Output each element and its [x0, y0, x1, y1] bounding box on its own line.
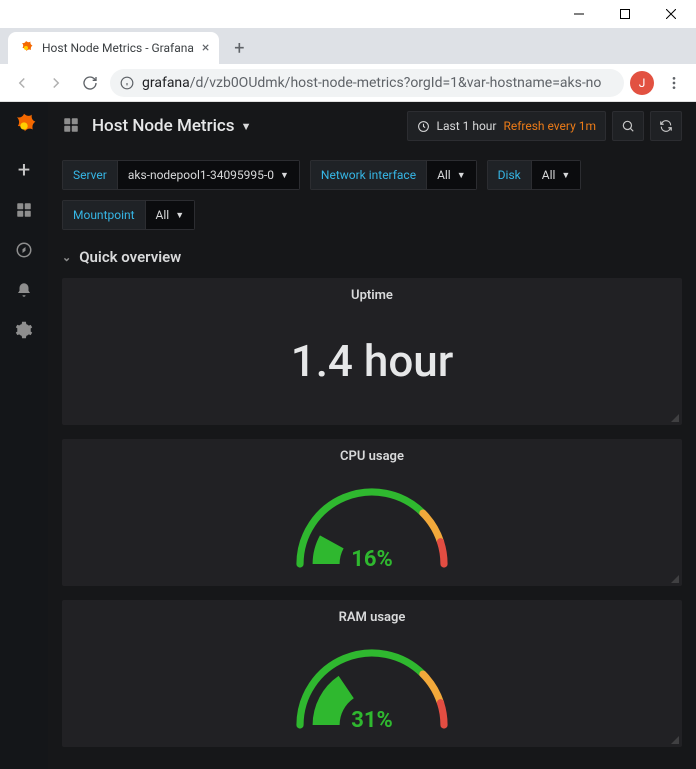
browser-tab-active[interactable]: Host Node Metrics - Grafana ×: [8, 32, 219, 64]
var-mount-label: Mountpoint: [62, 200, 146, 230]
var-network-interface[interactable]: Network interface All ▼: [310, 160, 477, 190]
time-range-label: Last 1 hour: [437, 119, 497, 133]
cpu-gauge: 16%: [282, 474, 462, 574]
browser-toolbar: grafana/d/vzb0OUdmk/host-node-metrics?or…: [0, 64, 696, 102]
dashboard-title-dropdown[interactable]: Host Node Metrics ▼: [92, 116, 251, 136]
chevron-down-icon: ▼: [241, 120, 252, 133]
tab-strip: Host Node Metrics - Grafana × +: [0, 28, 696, 64]
refresh-button[interactable]: [650, 111, 682, 141]
site-info-icon: [120, 76, 134, 90]
grafana-favicon: [18, 40, 34, 56]
clock-icon: [417, 120, 430, 133]
row-title: Quick overview: [79, 248, 181, 266]
panel-title: Uptime: [62, 284, 682, 309]
template-variables-row: Server aks-nodepool1-34095995-0 ▼ Network…: [48, 150, 696, 240]
panel-resize-handle[interactable]: [671, 736, 679, 744]
browser-menu-button[interactable]: [660, 69, 688, 97]
panel-title: RAM usage: [62, 606, 682, 631]
panel-title: CPU usage: [62, 445, 682, 470]
dashboard-title: Host Node Metrics: [92, 116, 235, 136]
panel-uptime[interactable]: Uptime 1.4 hour: [62, 278, 682, 425]
chevron-down-icon: ⌄: [62, 251, 71, 264]
dashboard-header: Host Node Metrics ▼ Last 1 hour Refresh …: [48, 102, 696, 150]
address-bar-url: grafana/d/vzb0OUdmk/host-node-metrics?or…: [142, 75, 601, 91]
nav-forward-button[interactable]: [42, 69, 70, 97]
profile-avatar[interactable]: J: [630, 71, 654, 95]
address-bar[interactable]: grafana/d/vzb0OUdmk/host-node-metrics?or…: [110, 69, 624, 97]
chevron-down-icon: ▼: [175, 210, 184, 221]
nav-dashboards-button[interactable]: [14, 200, 34, 220]
chevron-down-icon: ▼: [561, 170, 570, 181]
ram-gauge-value: 31%: [282, 708, 462, 733]
dashboard-content: ⌄ Quick overview Uptime 1.4 hour CPU usa…: [48, 240, 696, 769]
window-minimize-button[interactable]: [556, 0, 602, 28]
panel-ram-usage[interactable]: RAM usage 31%: [62, 600, 682, 747]
chevron-down-icon: ▼: [457, 170, 466, 181]
grafana-logo[interactable]: [10, 112, 38, 140]
var-server-value: aks-nodepool1-34095995-0: [128, 168, 274, 182]
window-close-button[interactable]: [648, 0, 694, 28]
var-disk[interactable]: Disk All ▼: [487, 160, 582, 190]
nav-create-button[interactable]: +: [14, 160, 34, 180]
nav-back-button[interactable]: [8, 69, 36, 97]
refresh-interval-label: Refresh every 1m: [503, 119, 596, 133]
row-header[interactable]: ⌄ Quick overview: [62, 240, 682, 278]
tab-close-icon[interactable]: ×: [202, 40, 209, 56]
panel-resize-handle[interactable]: [671, 414, 679, 422]
panel-resize-handle[interactable]: [671, 575, 679, 583]
new-tab-button[interactable]: +: [225, 34, 253, 62]
left-nav-rail: +: [0, 102, 48, 769]
var-disk-label: Disk: [487, 160, 532, 190]
nav-explore-button[interactable]: [14, 240, 34, 260]
var-server-label: Server: [62, 160, 118, 190]
nav-reload-button[interactable]: [76, 69, 104, 97]
chevron-down-icon: ▼: [280, 170, 289, 181]
ram-gauge: 31%: [282, 635, 462, 735]
uptime-value: 1.4 hour: [62, 309, 682, 413]
var-mount-value: All: [156, 208, 170, 222]
time-range-picker[interactable]: Last 1 hour Refresh every 1m: [407, 111, 606, 141]
var-nic-label: Network interface: [310, 160, 427, 190]
dashboards-icon: [62, 116, 82, 136]
zoom-out-button[interactable]: [612, 111, 644, 141]
nav-config-button[interactable]: [14, 320, 34, 340]
window-controls: [0, 0, 696, 28]
tab-title: Host Node Metrics - Grafana: [42, 41, 194, 55]
var-nic-value: All: [437, 168, 451, 182]
window-maximize-button[interactable]: [602, 0, 648, 28]
panel-cpu-usage[interactable]: CPU usage 16%: [62, 439, 682, 586]
var-disk-value: All: [542, 168, 556, 182]
var-mountpoint[interactable]: Mountpoint All ▼: [62, 200, 195, 230]
var-server[interactable]: Server aks-nodepool1-34095995-0 ▼: [62, 160, 300, 190]
cpu-gauge-value: 16%: [282, 547, 462, 572]
nav-alerting-button[interactable]: [14, 280, 34, 300]
